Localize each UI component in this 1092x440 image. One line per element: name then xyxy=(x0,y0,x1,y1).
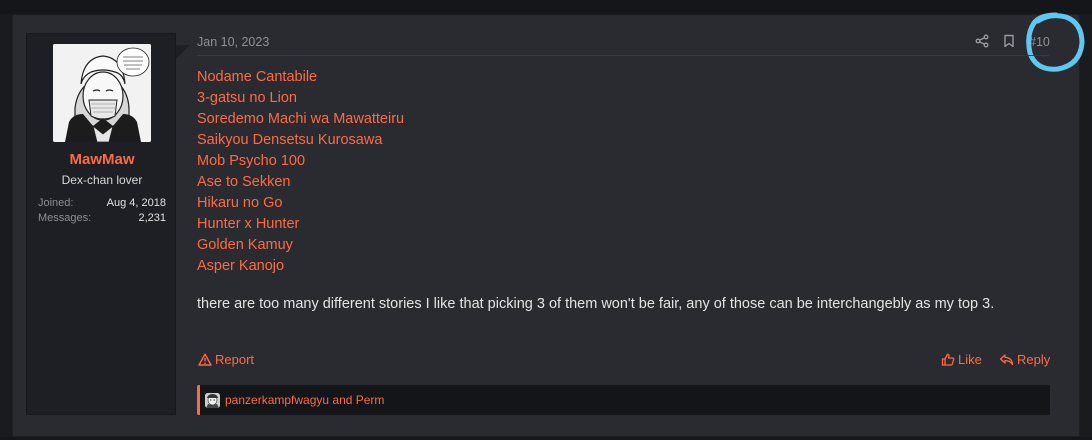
username[interactable]: MawMaw xyxy=(27,151,177,168)
reply-button[interactable]: Reply xyxy=(999,352,1050,367)
title-link[interactable]: 3-gatsu no Lion xyxy=(197,88,404,109)
avatar-drawing xyxy=(53,44,151,142)
report-label: Report xyxy=(215,352,255,367)
warning-icon xyxy=(198,353,212,366)
like-label: Like xyxy=(958,352,982,367)
reaction-avatar[interactable] xyxy=(205,392,220,408)
user-panel-arrow xyxy=(176,45,190,59)
title-list: Nodame Cantabile 3-gatsu no Lion Soredem… xyxy=(197,67,404,277)
messages-value: 2,231 xyxy=(138,212,166,224)
user-title: Dex-chan lover xyxy=(61,173,143,187)
title-link[interactable]: Ase to Sekken xyxy=(197,172,404,193)
post-number-link[interactable]: #10 xyxy=(1029,35,1050,49)
title-link[interactable]: Saikyou Densetsu Kurosawa xyxy=(197,130,404,151)
title-link[interactable]: Hikaru no Go xyxy=(197,193,404,214)
thumbs-up-icon xyxy=(941,353,955,366)
title-link[interactable]: Soredemo Machi wa Mawatteiru xyxy=(197,109,404,130)
reactions-bar: panzerkampfwagyu and Perm xyxy=(197,385,1050,415)
title-link[interactable]: Asper Kanojo xyxy=(197,256,404,277)
hand-drawn-circle-annotation xyxy=(1026,12,1085,72)
page-top-strip xyxy=(0,0,1092,14)
reply-label: Reply xyxy=(1017,352,1051,367)
reactions-text[interactable]: panzerkampfwagyu and Perm xyxy=(225,393,384,407)
messages-row: Messages: 2,231 xyxy=(38,212,166,224)
bookmark-icon[interactable] xyxy=(1003,34,1015,48)
title-link[interactable]: Mob Psycho 100 xyxy=(197,151,404,172)
joined-row: Joined: Aug 4, 2018 xyxy=(38,197,166,209)
like-button[interactable]: Like xyxy=(941,352,982,367)
reply-icon xyxy=(999,353,1014,366)
joined-value: Aug 4, 2018 xyxy=(106,197,166,209)
user-info-panel: MawMaw Dex-chan lover Joined: Aug 4, 201… xyxy=(26,33,176,415)
report-button[interactable]: Report xyxy=(198,352,254,367)
messages-label: Messages: xyxy=(38,212,92,224)
post-header-divider xyxy=(197,55,1049,56)
title-link[interactable]: Hunter x Hunter xyxy=(197,214,404,235)
joined-label: Joined: xyxy=(38,197,74,209)
avatar[interactable] xyxy=(53,44,151,142)
title-link[interactable]: Nodame Cantabile xyxy=(197,67,404,88)
post-message: there are too many different stories I l… xyxy=(197,296,995,312)
title-link[interactable]: Golden Kamuy xyxy=(197,235,404,256)
post-date[interactable]: Jan 10, 2023 xyxy=(197,35,269,49)
share-icon[interactable] xyxy=(975,34,989,48)
forum-post: MawMaw Dex-chan lover Joined: Aug 4, 201… xyxy=(12,12,1085,437)
